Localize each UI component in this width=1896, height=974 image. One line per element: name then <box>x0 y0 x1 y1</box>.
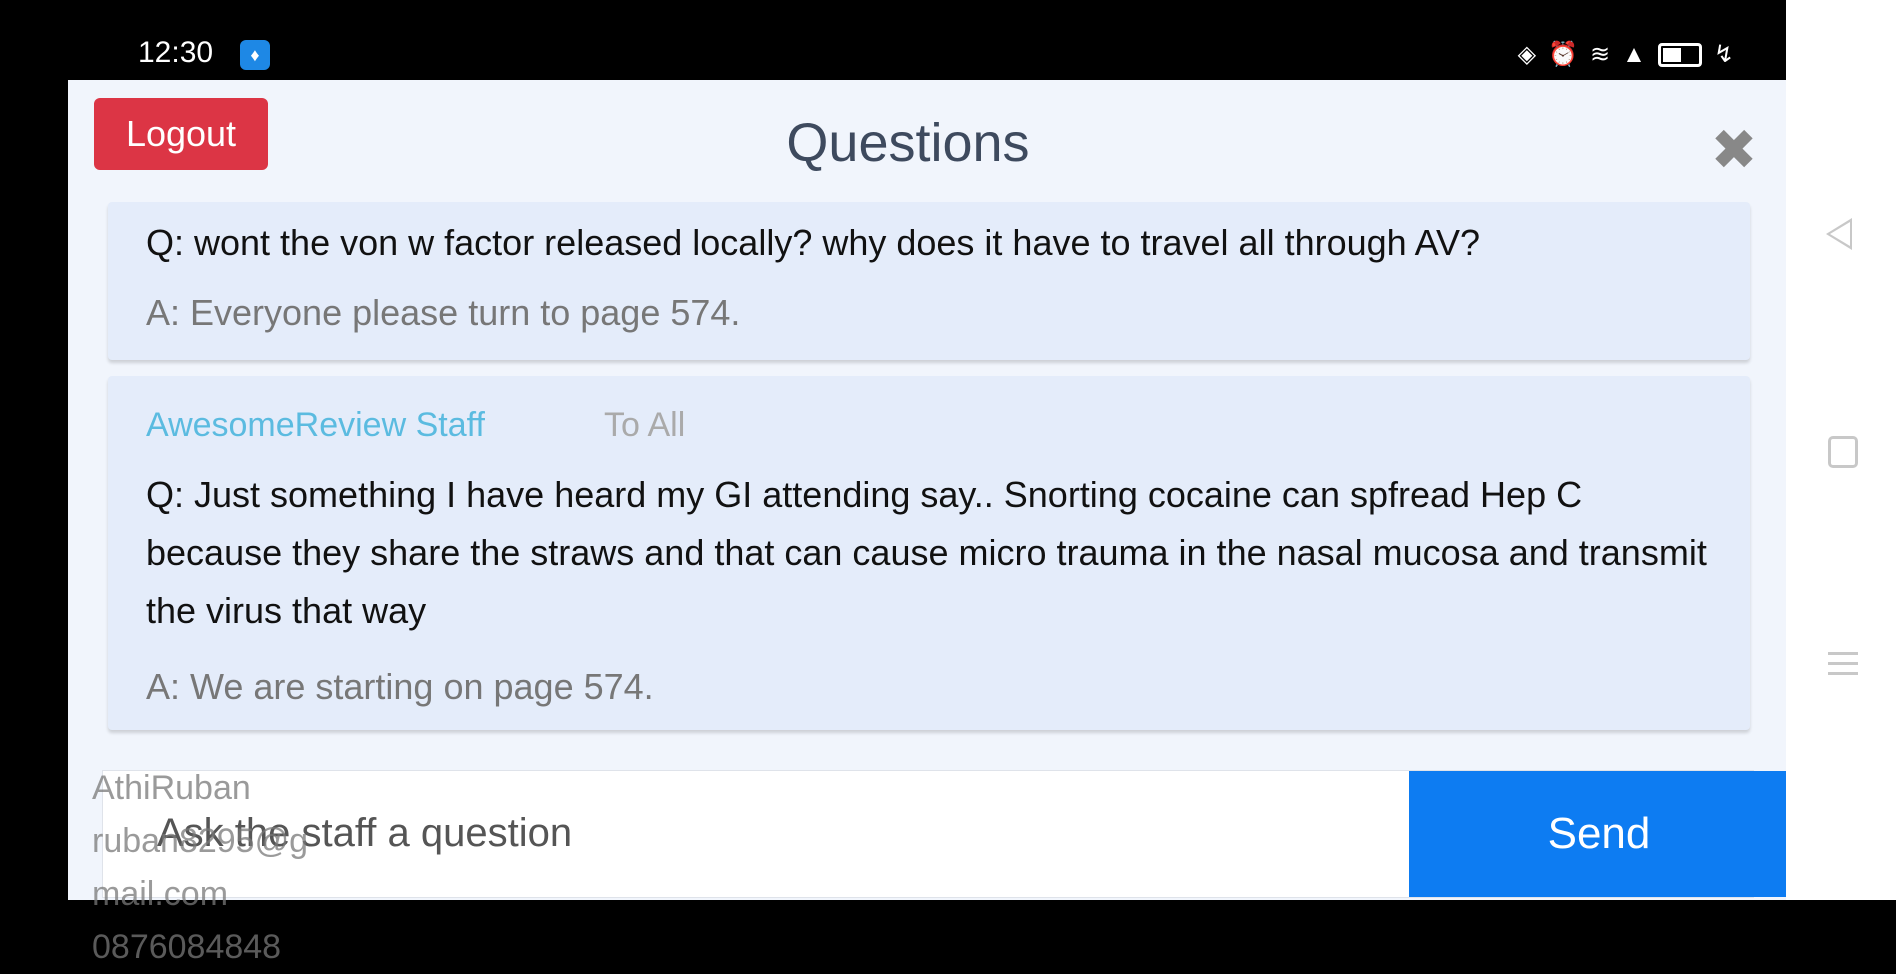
status-bar: 12:30 ♦ ◈ ⏰ ≋ ▲ ↯ <box>0 0 1786 80</box>
battery-charging-icon <box>1657 43 1702 67</box>
answer-text: A: Everyone please turn to page 574. <box>146 292 741 333</box>
menu-icon[interactable] <box>1828 652 1858 682</box>
watermark-email-line1: ruban8295@g <box>92 822 309 860</box>
page-title: Questions <box>786 113 1030 173</box>
user-watermark: AthiRuban ruban8295@g mail.com 087608484… <box>92 762 308 974</box>
questions-panel: Logout Questions ✖ Q: wont the von w fac… <box>68 80 1789 966</box>
signal-icon: ▲ <box>1622 41 1646 68</box>
question-text: Q: Just something I have heard my GI att… <box>146 474 1707 631</box>
app-notification-icon: ♦ <box>240 40 270 70</box>
watermark-email-line2: mail.com <box>92 875 229 913</box>
status-time: 12:30 <box>138 36 214 69</box>
home-icon[interactable] <box>1828 436 1858 468</box>
question-card: Q: wont the von w factor released locall… <box>108 202 1750 360</box>
question-composer: Send <box>102 770 1789 898</box>
question-text: Q: wont the von w factor released locall… <box>146 222 1481 263</box>
close-icon[interactable]: ✖ <box>1708 122 1760 178</box>
question-card: AwesomeReview Staff To All Q: Just somet… <box>108 376 1750 730</box>
watermark-name: AthiRuban <box>92 769 251 807</box>
wifi-icon: ≋ <box>1590 41 1611 68</box>
back-icon[interactable] <box>1826 218 1852 250</box>
charging-bolt-icon: ↯ <box>1713 41 1734 68</box>
question-recipient: To All <box>604 406 686 444</box>
send-button[interactable]: Send <box>1409 771 1789 897</box>
alarm-icon: ⏰ <box>1548 41 1579 68</box>
status-icons: ◈ ⏰ ≋ ▲ ↯ <box>1518 40 1734 70</box>
data-saver-icon: ◈ <box>1517 41 1537 68</box>
question-author: AwesomeReview Staff <box>146 406 485 444</box>
screen: 12:30 ♦ ◈ ⏰ ≋ ▲ ↯ Logout Questions ✖ Q: … <box>0 0 1896 966</box>
answer-text: A: We are starting on page 574. <box>146 666 654 707</box>
watermark-phone: 0876084848 <box>92 928 282 966</box>
